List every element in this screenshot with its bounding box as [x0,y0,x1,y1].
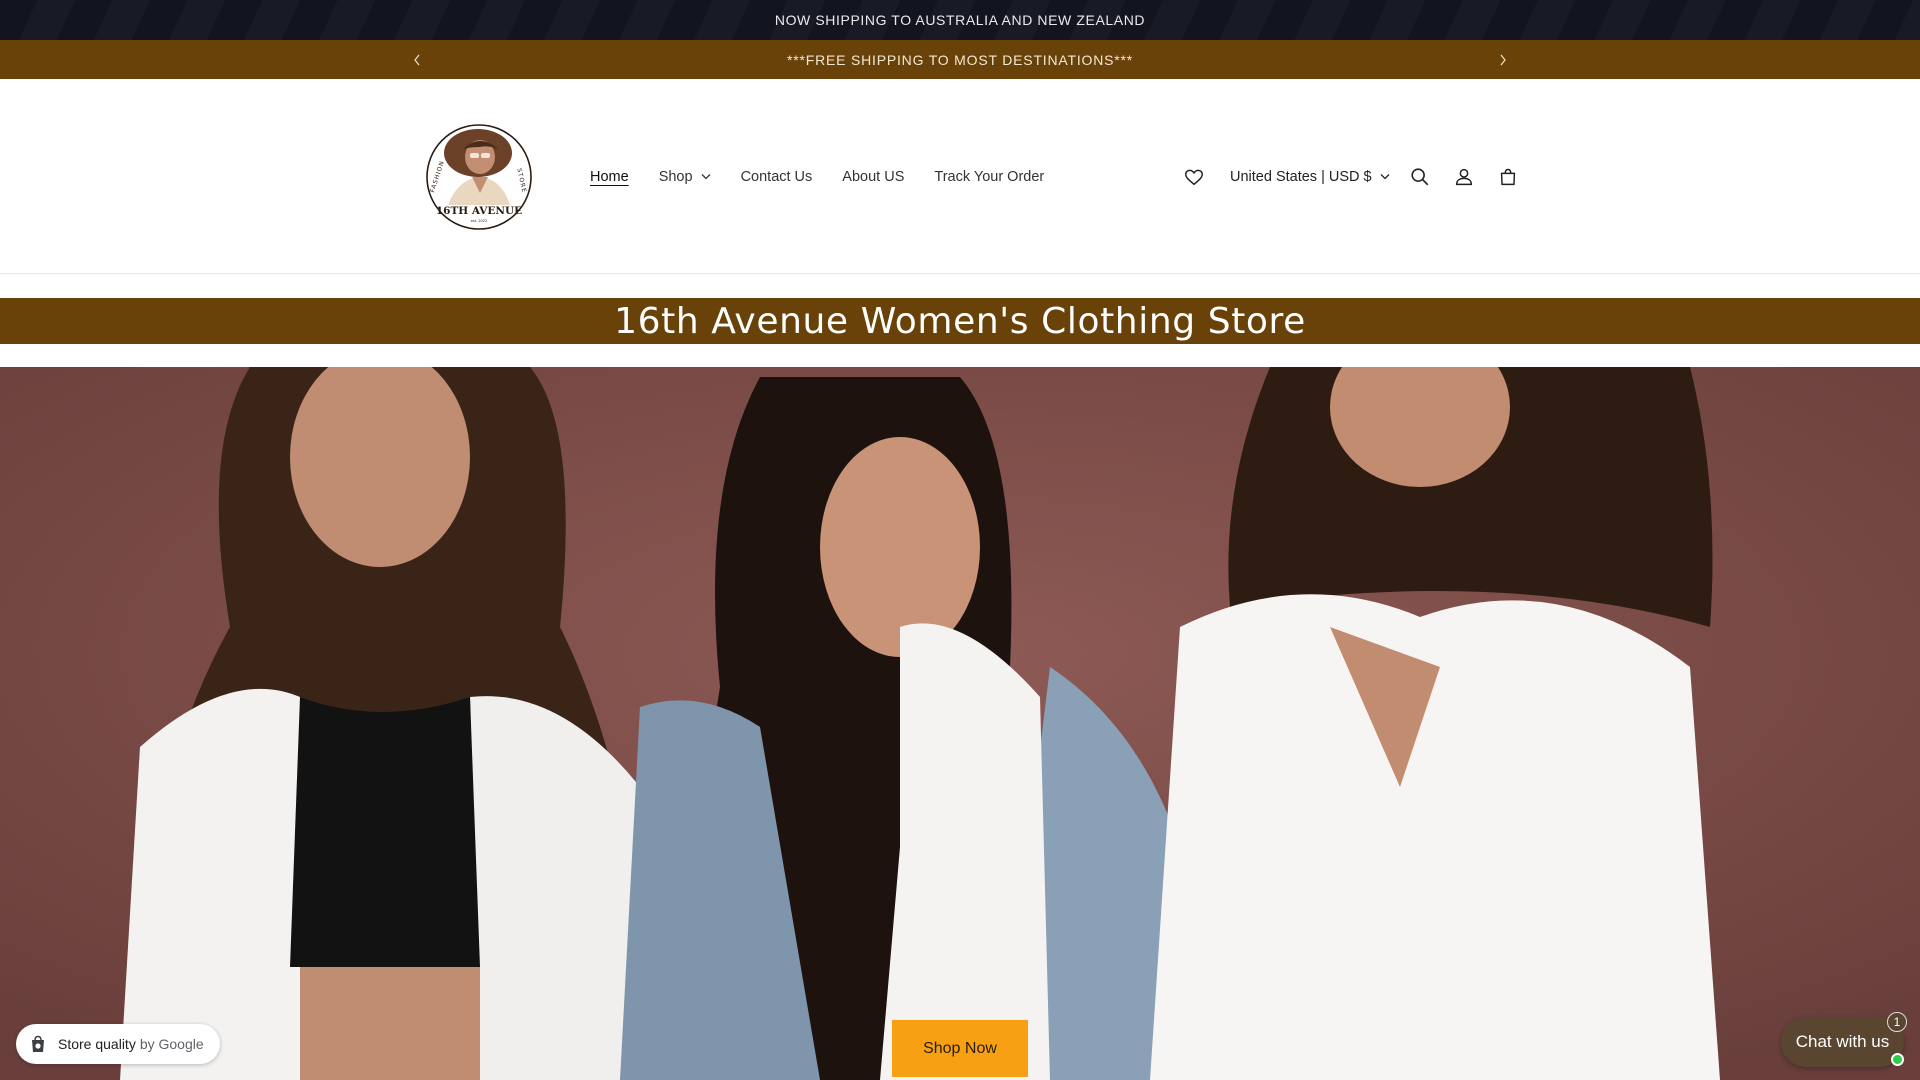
badge-label: Store quality [58,1036,136,1052]
nav-about[interactable]: About US [842,169,904,185]
store-title-band: 16th Avenue Women's Clothing Store [0,298,1920,344]
wishlist-button[interactable] [1172,155,1216,199]
nav-shop[interactable]: Shop [659,169,711,185]
promo-next-button[interactable] [1488,40,1518,79]
shop-now-button[interactable]: Shop Now [892,1020,1028,1077]
store-logo[interactable]: 16TH AVENUE est. 2022 FASHION STORE [418,119,540,235]
chevron-down-icon [1380,174,1390,180]
logo-name: 16TH AVENUE [436,205,522,217]
cart-button[interactable] [1486,155,1530,199]
main-nav: Home Shop Contact Us About US Track Your… [590,79,1074,274]
user-icon [1455,168,1472,185]
nav-shop-label: Shop [658,168,693,185]
shopping-bag-icon [32,1035,44,1052]
header-actions: United States | USD $ [1172,79,1530,274]
store-quality-badge[interactable]: Store quality by Google [16,1024,220,1064]
promo-prev-button[interactable] [402,40,432,79]
chat-unread-badge: 1 [1887,1012,1907,1032]
chevron-right-icon [1500,54,1506,65]
hero-banner [0,367,1920,1080]
hero-image [0,367,1920,1080]
search-icon [1411,167,1428,185]
nav-contact[interactable]: Contact Us [741,169,813,185]
online-status-dot [1891,1053,1904,1066]
announcement-text: NOW SHIPPING TO AUSTRALIA AND NEW ZEALAN… [774,12,1146,28]
site-header: 16TH AVENUE est. 2022 FASHION STORE Home… [0,79,1920,274]
chevron-down-icon [701,174,711,180]
promo-bar: ***FREE SHIPPING TO MOST DESTINATIONS*** [0,40,1920,79]
cart-icon [1500,168,1515,185]
badge-by: by Google [139,1036,204,1052]
search-button[interactable] [1398,155,1442,199]
chat-button[interactable]: Chat with us [1781,1017,1904,1067]
chat-label: Chat with us [1795,1032,1890,1051]
nav-home[interactable]: Home [590,169,629,185]
chevron-left-icon [414,54,420,65]
announcement-bar: NOW SHIPPING TO AUSTRALIA AND NEW ZEALAN… [0,0,1920,40]
promo-text: ***FREE SHIPPING TO MOST DESTINATIONS*** [786,51,1134,68]
heart-icon [1185,169,1203,185]
logo-est: est. 2022 [471,219,487,223]
store-title: 16th Avenue Women's Clothing Store [614,300,1306,342]
nav-track-order[interactable]: Track Your Order [934,169,1044,185]
country-currency-selector[interactable]: United States | USD $ [1230,169,1390,185]
locale-label: United States | USD $ [1230,168,1372,185]
account-button[interactable] [1442,155,1486,199]
